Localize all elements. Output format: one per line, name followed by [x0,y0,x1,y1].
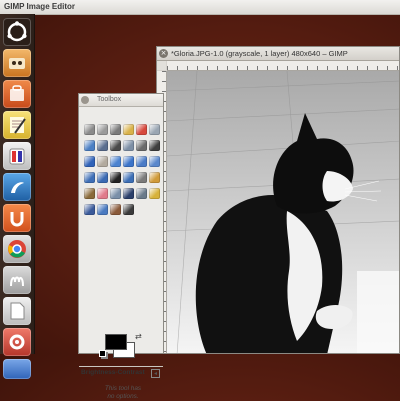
libreoffice-writer-icon[interactable] [3,359,31,379]
tool-options-message: This tool has no options. [93,385,153,401]
software-center-icon[interactable] [3,80,31,108]
align-tool-icon[interactable] [84,156,95,167]
system-settings-icon[interactable] [3,328,31,356]
paths-tool-icon[interactable] [97,140,108,151]
dodge-burn-tool-icon[interactable] [123,204,134,215]
text-tool-icon[interactable] [110,172,121,183]
mypaint-icon[interactable] [3,266,31,294]
tool-options-message-line1: This tool has [104,385,142,392]
toolbox-title: Toolbox [97,96,122,103]
free-select-tool-icon[interactable] [110,124,121,135]
perspective-clone-tool-icon[interactable] [84,204,95,215]
ellipse-select-tool-icon[interactable] [97,124,108,135]
cheese-icon[interactable] [3,142,31,170]
tool-options-title: Brightness-Contrast [81,369,145,376]
scale-tool-icon[interactable] [123,156,134,167]
shotwell-icon[interactable] [3,173,31,201]
gimp-launcher-icon[interactable] [3,49,31,77]
pencil-tool-icon[interactable] [149,172,160,183]
paintbrush-tool-icon[interactable] [84,188,95,199]
blur-sharpen-tool-icon[interactable] [97,204,108,215]
cage-transform-tool-icon[interactable] [97,172,108,183]
rotate-tool-icon[interactable] [110,156,121,167]
libreoffice-icon[interactable] [3,297,31,325]
text-editor-icon[interactable] [3,111,31,139]
shear-tool-icon[interactable] [136,156,147,167]
blend-tool-icon[interactable] [136,172,147,183]
smudge-tool-icon[interactable] [110,204,121,215]
move-tool-icon[interactable] [149,140,160,151]
color-picker-tool-icon[interactable] [110,140,121,151]
toolbox-window: Toolbox ⇄ Brightness-Contrast ◂ This too… [78,93,164,400]
top-panel: GIMP Image Editor [0,0,400,15]
clone-tool-icon[interactable] [136,188,147,199]
toolbox-titlebar[interactable]: Toolbox [79,94,163,107]
tool-options-header: Brightness-Contrast ◂ [79,366,163,379]
ubuntu-one-icon[interactable] [3,204,31,232]
rect-select-tool-icon[interactable] [84,124,95,135]
launcher [0,14,35,379]
image-window-titlebar[interactable]: × *Gloria.JPG-1.0 (grayscale, 1 layer) 4… [157,47,399,61]
foreground-select-tool-icon[interactable] [84,140,95,151]
foreground-color-swatch[interactable] [105,334,127,350]
close-icon[interactable] [81,96,89,104]
heal-tool-icon[interactable] [149,188,160,199]
bucket-fill-tool-icon[interactable] [123,172,134,183]
eraser-tool-icon[interactable] [97,188,108,199]
zoom-tool-icon[interactable] [123,140,134,151]
image-canvas[interactable] [167,71,399,353]
scissors-select-tool-icon[interactable] [149,124,160,135]
ubuntu-dash-icon[interactable] [3,18,31,46]
measure-tool-icon[interactable] [136,140,147,151]
swap-colors-icon[interactable]: ⇄ [135,332,142,341]
airbrush-tool-icon[interactable] [110,188,121,199]
flip-tool-icon[interactable] [84,172,95,183]
image-window-title: *Gloria.JPG-1.0 (grayscale, 1 layer) 480… [171,49,348,58]
tool-grid [83,122,161,218]
cat-photo [167,71,399,353]
by-color-select-tool-icon[interactable] [136,124,147,135]
ink-tool-icon[interactable] [123,188,134,199]
fuzzy-select-tool-icon[interactable] [123,124,134,135]
tool-options-menu-button[interactable]: ◂ [151,369,160,378]
horizontal-ruler[interactable] [167,61,399,71]
crop-tool-icon[interactable] [97,156,108,167]
tool-options-message-line2: no options. [107,393,139,400]
ruler-corner[interactable] [157,61,166,70]
image-window: × *Gloria.JPG-1.0 (grayscale, 1 layer) 4… [156,46,400,354]
perspective-tool-icon[interactable] [149,156,160,167]
close-icon[interactable]: × [159,49,168,58]
app-title: GIMP Image Editor [4,2,75,11]
chromium-icon[interactable] [3,235,31,263]
